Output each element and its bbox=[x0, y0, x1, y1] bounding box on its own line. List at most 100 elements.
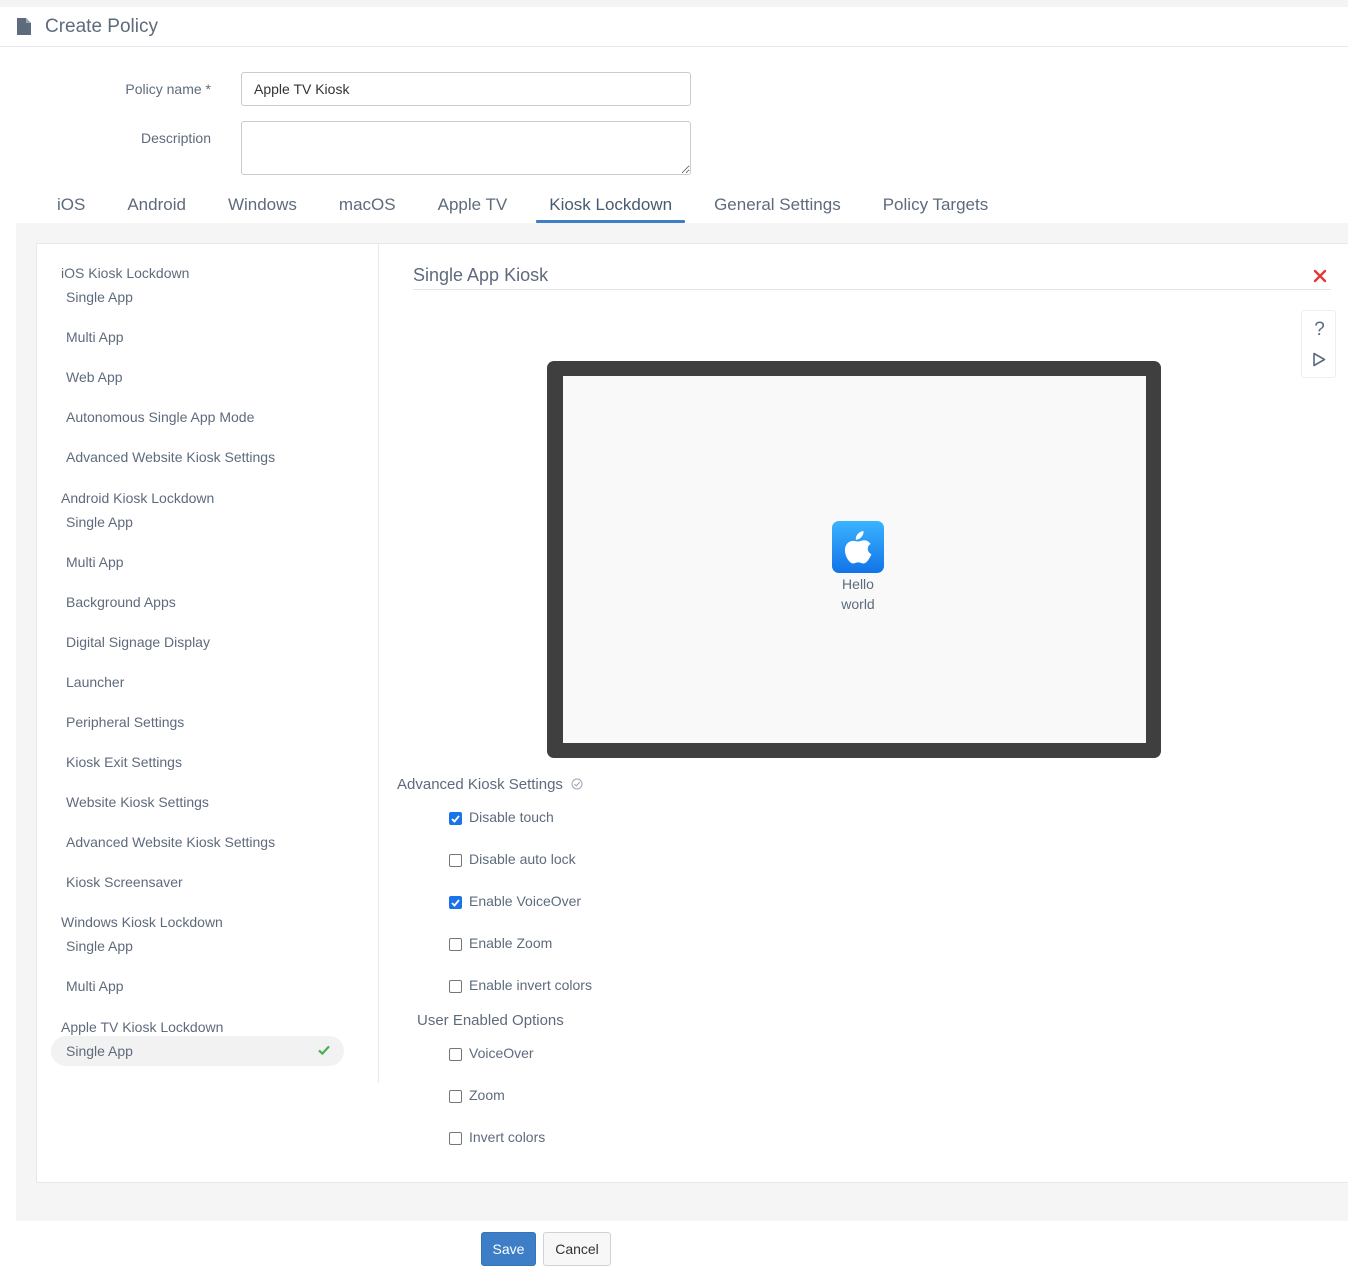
sidebar-group-ios-kiosk-lockdown: iOS Kiosk Lockdown bbox=[61, 265, 190, 281]
page-header: Create Policy bbox=[0, 7, 1348, 47]
checkbox-enable-voiceover[interactable]: Enable VoiceOver bbox=[449, 891, 581, 911]
document-icon bbox=[17, 18, 31, 35]
close-icon[interactable] bbox=[1313, 269, 1327, 283]
checkbox-empty-icon[interactable] bbox=[449, 1132, 462, 1145]
tab-policy-targets[interactable]: Policy Targets bbox=[862, 187, 1010, 223]
required-marker: * bbox=[205, 81, 211, 97]
policy-name-label: Policy name * bbox=[0, 81, 211, 97]
checkbox-label: Enable Zoom bbox=[469, 935, 553, 951]
tab-apple-tv[interactable]: Apple TV bbox=[417, 187, 529, 223]
checkbox-label: VoiceOver bbox=[469, 1045, 534, 1061]
advanced-settings-title: Advanced Kiosk Settings bbox=[397, 776, 583, 793]
sidebar-item-web-app[interactable]: Web App bbox=[51, 362, 344, 392]
sidebar-item-peripheral-settings[interactable]: Peripheral Settings bbox=[51, 707, 344, 737]
help-widget: ? bbox=[1301, 310, 1336, 378]
checkbox-enable-zoom[interactable]: Enable Zoom bbox=[449, 933, 552, 953]
sidebar-group-android-kiosk-lockdown: Android Kiosk Lockdown bbox=[61, 490, 215, 506]
tab-android[interactable]: Android bbox=[106, 187, 207, 223]
app-name-line1: Hello bbox=[842, 576, 874, 592]
tab-ios[interactable]: iOS bbox=[36, 187, 106, 223]
sidebar-item-label: Single App bbox=[66, 514, 133, 530]
policy-tabs: iOS Android Windows macOS Apple TV Kiosk Lock… bbox=[36, 187, 1009, 223]
apple-tv-preview: Hello world bbox=[547, 361, 1161, 758]
sidebar-item-label: Web App bbox=[66, 369, 123, 385]
sidebar-item-label: Kiosk Exit Settings bbox=[66, 754, 182, 770]
sidebar-item-single-app[interactable]: Single App bbox=[51, 1036, 344, 1066]
sidebar-item-multi-app[interactable]: Multi App bbox=[51, 547, 344, 577]
sidebar-item-label: Digital Signage Display bbox=[66, 634, 210, 650]
help-icon[interactable]: ? bbox=[1302, 319, 1337, 341]
checkbox-disable-auto-lock[interactable]: Disable auto lock bbox=[449, 849, 576, 869]
checkbox-label: Disable touch bbox=[469, 809, 554, 825]
checkbox-disable-touch[interactable]: Disable touch bbox=[449, 807, 554, 827]
sidebar-item-single-app[interactable]: Single App bbox=[51, 931, 344, 961]
tab-windows[interactable]: Windows bbox=[207, 187, 318, 223]
sidebar-item-label: Single App bbox=[66, 289, 133, 305]
panel-title: Single App Kiosk bbox=[413, 265, 549, 285]
panel-divider bbox=[413, 289, 1331, 290]
advanced-settings-title-text: Advanced Kiosk Settings bbox=[397, 776, 563, 793]
policy-name-label-text: Policy name bbox=[125, 81, 202, 97]
apple-glyph bbox=[844, 531, 872, 564]
tab-general-settings[interactable]: General Settings bbox=[693, 187, 862, 223]
sidebar-item-label: Peripheral Settings bbox=[66, 714, 185, 730]
sidebar-item-single-app[interactable]: Single App bbox=[51, 282, 344, 312]
sidebar-item-label: Background Apps bbox=[66, 594, 176, 610]
checkbox-voiceover[interactable]: VoiceOver bbox=[449, 1043, 534, 1063]
sidebar-item-digital-signage-display[interactable]: Digital Signage Display bbox=[51, 627, 344, 657]
checkbox-label: Enable invert colors bbox=[469, 977, 592, 993]
sidebar-item-multi-app[interactable]: Multi App bbox=[51, 322, 344, 352]
checkbox-checked-icon[interactable] bbox=[449, 896, 462, 909]
sidebar-item-autonomous-single-app-mode[interactable]: Autonomous Single App Mode bbox=[51, 402, 344, 432]
info-check-icon[interactable] bbox=[571, 778, 583, 790]
sidebar-item-kiosk-screensaver[interactable]: Kiosk Screensaver bbox=[51, 867, 344, 897]
sidebar-item-advanced-website-kiosk-settings[interactable]: Advanced Website Kiosk Settings bbox=[51, 442, 344, 472]
checkbox-invert-colors[interactable]: Invert colors bbox=[449, 1127, 545, 1147]
sidebar-group-windows-kiosk-lockdown: Windows Kiosk Lockdown bbox=[61, 914, 223, 930]
checkbox-empty-icon[interactable] bbox=[449, 854, 462, 867]
checkbox-enable-invert-colors[interactable]: Enable invert colors bbox=[449, 975, 592, 995]
checkbox-label: Disable auto lock bbox=[469, 851, 576, 867]
description-textarea[interactable] bbox=[241, 121, 691, 175]
sidebar-item-label: Advanced Website Kiosk Settings bbox=[66, 449, 276, 465]
sidebar-item-label: Website Kiosk Settings bbox=[66, 794, 209, 810]
policy-name-input[interactable] bbox=[241, 72, 691, 106]
play-icon[interactable] bbox=[1312, 352, 1326, 367]
checkbox-zoom[interactable]: Zoom bbox=[449, 1085, 505, 1105]
sidebar-item-website-kiosk-settings[interactable]: Website Kiosk Settings bbox=[51, 787, 344, 817]
checkbox-empty-icon[interactable] bbox=[449, 1090, 462, 1103]
sidebar-item-label: Kiosk Screensaver bbox=[66, 874, 183, 890]
checkbox-checked-icon[interactable] bbox=[449, 812, 462, 825]
tab-kiosk-lockdown[interactable]: Kiosk Lockdown bbox=[528, 187, 693, 223]
sidebar-item-label: Launcher bbox=[66, 674, 125, 690]
sidebar-item-kiosk-exit-settings[interactable]: Kiosk Exit Settings bbox=[51, 747, 344, 777]
app-tile[interactable]: Hello world bbox=[818, 521, 898, 614]
sidebar-group-apple-tv-kiosk-lockdown: Apple TV Kiosk Lockdown bbox=[61, 1019, 224, 1035]
sidebar-item-background-apps[interactable]: Background Apps bbox=[51, 587, 344, 617]
cancel-button[interactable]: Cancel bbox=[543, 1232, 611, 1266]
preview-screen: Hello world bbox=[563, 376, 1146, 743]
check-icon bbox=[318, 1045, 330, 1055]
sidebar-item-label: Autonomous Single App Mode bbox=[66, 409, 255, 425]
sidebar-item-launcher[interactable]: Launcher bbox=[51, 667, 344, 697]
sidebar-item-label: Multi App bbox=[66, 329, 124, 345]
sidebar-item-label: Multi App bbox=[66, 554, 124, 570]
apple-logo-icon bbox=[832, 521, 884, 573]
checkbox-empty-icon[interactable] bbox=[449, 980, 462, 993]
sidebar-item-advanced-website-kiosk-settings[interactable]: Advanced Website Kiosk Settings bbox=[51, 827, 344, 857]
checkbox-empty-icon[interactable] bbox=[449, 938, 462, 951]
sidebar-item-label: Multi App bbox=[66, 978, 124, 994]
checkbox-label: Zoom bbox=[469, 1087, 505, 1103]
sidebar-item-label: Advanced Website Kiosk Settings bbox=[66, 834, 276, 850]
top-strip bbox=[0, 0, 1348, 7]
save-button[interactable]: Save bbox=[481, 1232, 536, 1266]
description-label: Description bbox=[140, 130, 211, 146]
app-name-line2: world bbox=[841, 596, 875, 612]
sidebar-item-multi-app[interactable]: Multi App bbox=[51, 971, 344, 1001]
kiosk-sidebar: iOS Kiosk Lockdown Single App Multi App Web… bbox=[36, 243, 379, 1083]
checkbox-label: Enable VoiceOver bbox=[469, 893, 582, 909]
sidebar-item-single-app[interactable]: Single App bbox=[51, 507, 344, 537]
app-name: Hello world bbox=[818, 574, 898, 614]
checkbox-empty-icon[interactable] bbox=[449, 1048, 462, 1061]
tab-macos[interactable]: macOS bbox=[318, 187, 417, 223]
